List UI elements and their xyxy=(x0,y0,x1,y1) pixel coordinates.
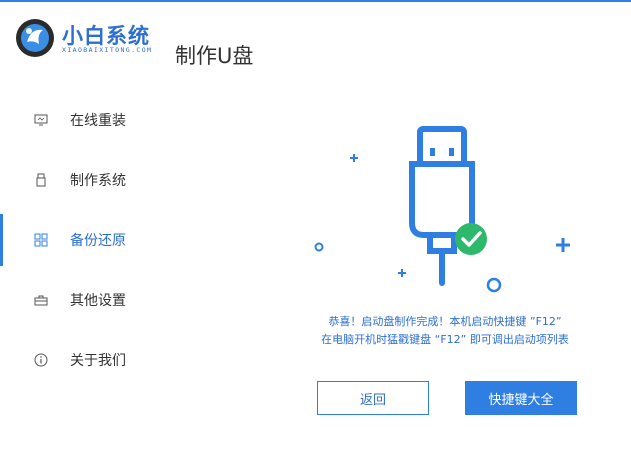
plus-icon xyxy=(556,238,570,252)
plus-icon xyxy=(398,269,406,277)
brand-subtitle: XIAOBAIXITONG.COM xyxy=(62,46,153,54)
sidebar-item-make-system[interactable]: 制作系统 xyxy=(0,160,180,200)
usb-success-illustration xyxy=(314,126,570,293)
info-icon xyxy=(34,353,48,367)
sidebar-item-label: 制作系统 xyxy=(70,173,126,189)
sidebar-item-backup-restore[interactable]: 备份还原 xyxy=(0,214,180,266)
logo-icon xyxy=(16,19,54,57)
hint-message: 在电脑开机时猛戳键盘 “F12” 即可调出启动项列表 xyxy=(321,333,569,346)
sidebar-item-label: 在线重装 xyxy=(70,113,126,129)
success-message: 恭喜！启动盘制作完成！本机启动快捷键 ”F12” xyxy=(328,315,562,328)
toolbox-icon xyxy=(34,293,48,307)
usb-icon xyxy=(34,173,48,187)
monitor-icon xyxy=(34,113,48,127)
dot-icon xyxy=(314,242,324,252)
sidebar-item-online-reinstall[interactable]: 在线重装 xyxy=(0,100,180,140)
sidebar-item-label: 其他设置 xyxy=(70,293,126,309)
grid-icon xyxy=(34,233,48,247)
ring-icon xyxy=(486,277,502,293)
usb-drive-icon xyxy=(409,126,475,286)
back-button[interactable]: 返回 xyxy=(317,381,429,415)
sidebar-item-label: 关于我们 xyxy=(70,353,126,369)
plus-icon xyxy=(350,154,358,162)
check-circle-icon xyxy=(455,223,487,255)
shortcut-keys-button[interactable]: 快捷键大全 xyxy=(465,381,577,415)
sidebar-item-label: 备份还原 xyxy=(70,233,126,249)
page-title: 制作U盘 xyxy=(175,44,254,68)
sidebar-item-other-settings[interactable]: 其他设置 xyxy=(0,280,180,320)
top-accent-line xyxy=(0,0,631,2)
sidebar-item-about-us[interactable]: 关于我们 xyxy=(0,340,180,380)
